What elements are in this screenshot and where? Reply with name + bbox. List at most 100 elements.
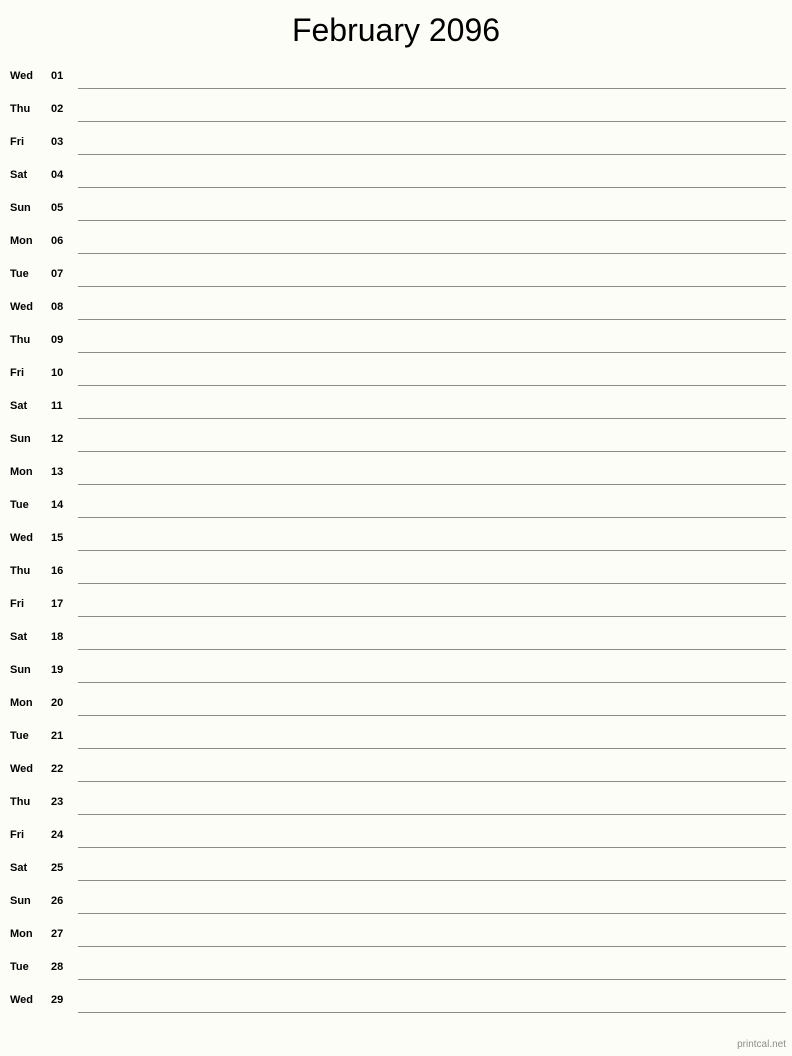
day-writing-line[interactable]: [78, 616, 786, 617]
day-row[interactable]: Sun 19: [0, 656, 792, 689]
day-date-number: 20: [51, 697, 64, 709]
day-weekday-label: Fri: [10, 829, 25, 841]
day-writing-line[interactable]: [78, 517, 786, 518]
day-row[interactable]: Thu 23: [0, 788, 792, 821]
day-row[interactable]: Sat 04: [0, 161, 792, 194]
day-writing-line[interactable]: [78, 88, 786, 89]
day-row[interactable]: Thu 16: [0, 557, 792, 590]
day-row[interactable]: Mon 20: [0, 689, 792, 722]
day-weekday-label: Thu: [10, 796, 31, 808]
day-date-number: 03: [51, 136, 64, 148]
day-writing-line[interactable]: [78, 253, 786, 254]
day-row[interactable]: Fri 10: [0, 359, 792, 392]
day-writing-line[interactable]: [78, 154, 786, 155]
day-date-number: 07: [51, 268, 64, 280]
day-writing-line[interactable]: [78, 121, 786, 122]
day-date-number: 22: [51, 763, 64, 775]
day-row[interactable]: Mon 13: [0, 458, 792, 491]
day-weekday-label: Fri: [10, 598, 25, 610]
day-weekday-label: Sun: [10, 202, 31, 214]
day-writing-line[interactable]: [78, 748, 786, 749]
day-weekday-label: Sun: [10, 433, 31, 445]
day-row[interactable]: Fri 24: [0, 821, 792, 854]
day-weekday-label: Thu: [10, 334, 31, 346]
day-writing-line[interactable]: [78, 484, 786, 485]
day-writing-line[interactable]: [78, 418, 786, 419]
day-writing-line[interactable]: [78, 583, 786, 584]
day-date-number: 26: [51, 895, 64, 907]
day-date-number: 09: [51, 334, 64, 346]
day-row[interactable]: Wed 01: [0, 62, 792, 95]
calendar-page: February 2096 Wed 01 Thu 02 Fri 03 Sat 04 Sun 05 M…: [0, 0, 792, 1056]
day-row[interactable]: Sat 18: [0, 623, 792, 656]
day-date-number: 10: [51, 367, 64, 379]
day-row[interactable]: Thu 09: [0, 326, 792, 359]
day-writing-line[interactable]: [78, 187, 786, 188]
day-weekday-label: Sun: [10, 664, 31, 676]
day-weekday-label: Tue: [10, 730, 29, 742]
day-date-number: 16: [51, 565, 64, 577]
day-weekday-label: Wed: [10, 532, 34, 544]
day-row[interactable]: Thu 02: [0, 95, 792, 128]
day-row[interactable]: Tue 21: [0, 722, 792, 755]
day-date-number: 06: [51, 235, 64, 247]
day-writing-line[interactable]: [78, 286, 786, 287]
day-writing-line[interactable]: [78, 979, 786, 980]
day-row[interactable]: Fri 17: [0, 590, 792, 623]
day-writing-line[interactable]: [78, 946, 786, 947]
day-weekday-label: Wed: [10, 301, 34, 313]
day-row[interactable]: Wed 15: [0, 524, 792, 557]
day-writing-line[interactable]: [78, 319, 786, 320]
day-writing-line[interactable]: [78, 385, 786, 386]
day-weekday-label: Mon: [10, 697, 33, 709]
day-row[interactable]: Wed 22: [0, 755, 792, 788]
day-row[interactable]: Sat 25: [0, 854, 792, 887]
day-row[interactable]: Wed 08: [0, 293, 792, 326]
day-date-number: 04: [51, 169, 64, 181]
day-row[interactable]: Fri 03: [0, 128, 792, 161]
day-row[interactable]: Sat 11: [0, 392, 792, 425]
day-writing-line[interactable]: [78, 550, 786, 551]
day-date-number: 02: [51, 103, 64, 115]
day-date-number: 12: [51, 433, 64, 445]
day-weekday-label: Wed: [10, 994, 34, 1006]
day-row[interactable]: Tue 28: [0, 953, 792, 986]
day-row[interactable]: Mon 06: [0, 227, 792, 260]
day-weekday-label: Mon: [10, 235, 33, 247]
day-date-number: 11: [51, 400, 63, 412]
day-row[interactable]: Mon 27: [0, 920, 792, 953]
day-weekday-label: Wed: [10, 763, 34, 775]
day-writing-line[interactable]: [78, 715, 786, 716]
day-writing-line[interactable]: [78, 913, 786, 914]
day-date-number: 28: [51, 961, 64, 973]
day-date-number: 15: [51, 532, 64, 544]
day-date-number: 01: [51, 70, 64, 82]
day-row[interactable]: Tue 07: [0, 260, 792, 293]
day-writing-line[interactable]: [78, 451, 786, 452]
day-row[interactable]: Tue 14: [0, 491, 792, 524]
day-writing-line[interactable]: [78, 814, 786, 815]
day-writing-line[interactable]: [78, 880, 786, 881]
day-writing-line[interactable]: [78, 649, 786, 650]
day-weekday-label: Thu: [10, 565, 31, 577]
day-weekday-label: Sat: [10, 862, 28, 874]
day-writing-line[interactable]: [78, 781, 786, 782]
day-date-number: 08: [51, 301, 64, 313]
day-weekday-label: Sat: [10, 631, 28, 643]
day-date-number: 29: [51, 994, 64, 1006]
day-weekday-label: Sat: [10, 169, 28, 181]
day-row[interactable]: Wed 29: [0, 986, 792, 1019]
day-date-number: 21: [51, 730, 64, 742]
day-weekday-label: Mon: [10, 466, 33, 478]
day-row[interactable]: Sun 12: [0, 425, 792, 458]
day-writing-line[interactable]: [78, 847, 786, 848]
day-row[interactable]: Sun 05: [0, 194, 792, 227]
day-writing-line[interactable]: [78, 352, 786, 353]
day-writing-line[interactable]: [78, 1012, 786, 1013]
day-weekday-label: Thu: [10, 103, 31, 115]
day-writing-line[interactable]: [78, 220, 786, 221]
day-writing-line[interactable]: [78, 682, 786, 683]
day-date-number: 17: [51, 598, 64, 610]
day-date-number: 23: [51, 796, 64, 808]
day-row[interactable]: Sun 26: [0, 887, 792, 920]
